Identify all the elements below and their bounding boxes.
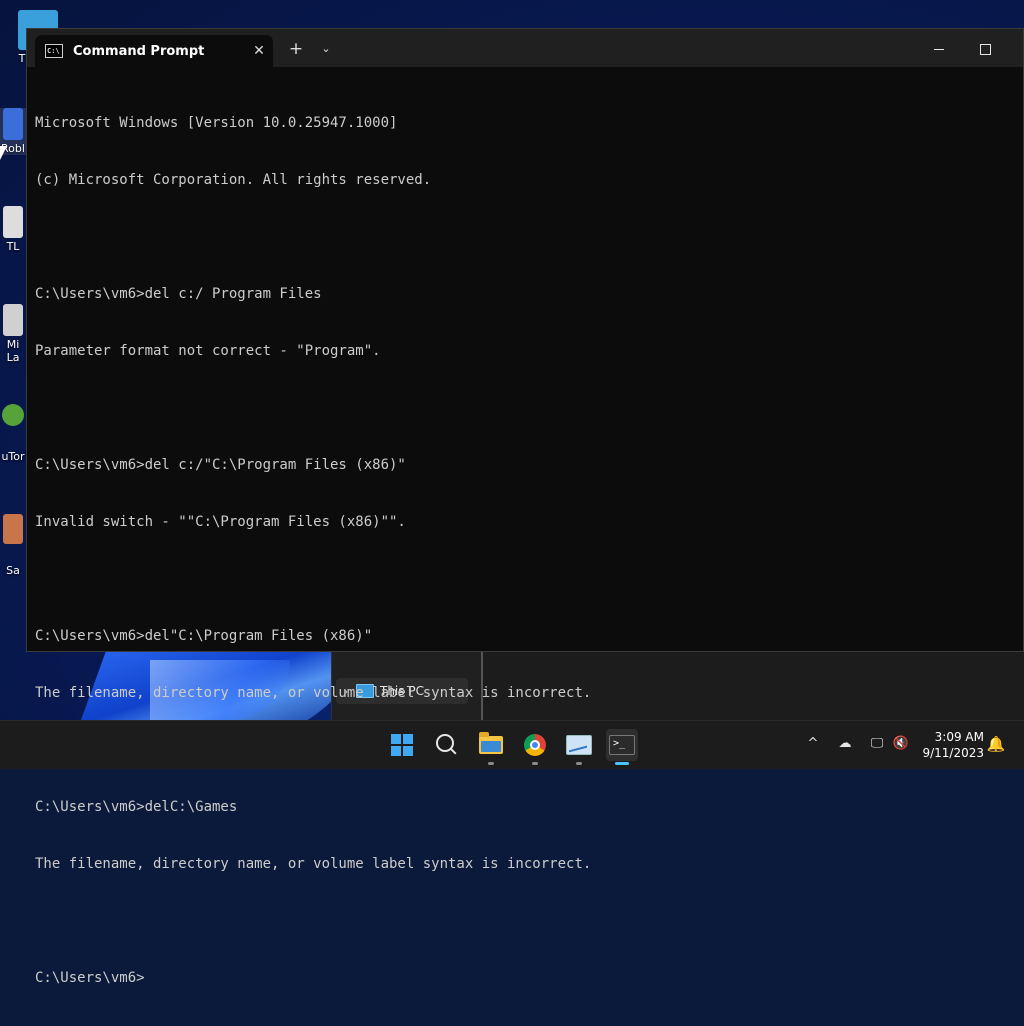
taskbar-task-manager[interactable]	[563, 729, 595, 765]
maximize-icon	[979, 43, 991, 55]
active-indicator	[615, 762, 629, 765]
app-shortcut-icon	[3, 514, 23, 544]
taskbar-file-explorer[interactable]	[475, 729, 507, 765]
chevron-up-icon[interactable]: ^	[802, 733, 824, 755]
running-indicator	[488, 762, 494, 765]
network-icon[interactable]: 🖵	[866, 733, 888, 755]
search-button[interactable]	[431, 729, 463, 761]
clock[interactable]: 3:09 AM 9/11/2023	[918, 729, 984, 761]
console-line: Microsoft Windows [Version 10.0.25947.10…	[35, 115, 398, 131]
taskbar-terminal[interactable]: >_	[606, 729, 638, 765]
start-button[interactable]	[386, 729, 418, 761]
console-prompt[interactable]: C:\Users\vm6>	[35, 969, 1015, 988]
performance-monitor-icon	[566, 735, 592, 755]
minimize-icon	[934, 48, 944, 50]
volume-muted-icon[interactable]: 🔇	[890, 733, 912, 755]
console-line: C:\Users\vm6>delC:\Games	[35, 799, 238, 815]
console-line: Parameter format not correct - "Program"…	[35, 343, 381, 359]
console-line: Invalid switch - ""C:\Program Files (x86…	[35, 514, 406, 530]
tab-title: Command Prompt	[73, 43, 205, 59]
app-shortcut-icon	[3, 206, 23, 238]
clock-time: 3:09 AM	[934, 730, 984, 744]
console-line: The filename, directory name, or volume …	[35, 856, 592, 872]
desktop-icon-mi[interactable]: Mi La	[0, 304, 26, 364]
maximize-button[interactable]	[962, 35, 1008, 63]
running-indicator	[576, 762, 582, 765]
desktop-icon-sa[interactable]: Sa	[0, 514, 26, 577]
tab-command-prompt[interactable]: C:\ Command Prompt ✕	[35, 35, 273, 67]
notification-bell-icon[interactable]: 🔔	[986, 734, 1006, 754]
terminal-icon: >_	[609, 735, 635, 755]
console-line: (c) Microsoft Corporation. All rights re…	[35, 172, 432, 188]
tab-dropdown-button[interactable]: ⌄	[315, 38, 337, 60]
console-line: C:\Users\vm6>del"C:\Program Files (x86)"	[35, 628, 373, 644]
minimize-button[interactable]	[916, 35, 962, 63]
taskbar-chrome[interactable]	[519, 729, 551, 765]
running-indicator	[532, 762, 538, 765]
roblox-icon	[3, 108, 23, 140]
console-line: C:\Users\vm6>del c:/ Program Files	[35, 286, 322, 302]
desktop-icon-utorrent[interactable]: uTor	[0, 404, 26, 463]
taskbar: >_ ^ ☁ 🖵 🔇 3:09 AM 9/11/2023 🔔	[0, 720, 1024, 769]
console-line: The filename, directory name, or volume …	[35, 685, 592, 701]
onedrive-icon[interactable]: ☁	[834, 733, 856, 755]
command-prompt-window: C:\ Command Prompt ✕ + ⌄ Microsoft Windo…	[26, 28, 1024, 986]
mouse-cursor-icon	[0, 146, 7, 160]
console-line: C:\Users\vm6>del c:/"C:\Program Files (x…	[35, 457, 406, 473]
clock-date: 9/11/2023	[922, 746, 984, 760]
console-output[interactable]: Microsoft Windows [Version 10.0.25947.10…	[35, 76, 1015, 986]
desktop-icon-tl[interactable]: TL	[0, 206, 26, 253]
folder-icon	[479, 732, 503, 754]
desktop-icon-this-pc[interactable]: T	[0, 10, 58, 65]
utorrent-icon	[2, 404, 24, 426]
cmd-icon: C:\	[45, 44, 63, 58]
title-bar[interactable]: C:\ Command Prompt ✕ + ⌄	[27, 29, 1023, 67]
windows-logo-icon	[391, 734, 413, 756]
new-tab-button[interactable]: +	[285, 38, 307, 60]
app-shortcut-icon	[3, 304, 23, 336]
chrome-icon	[524, 734, 546, 756]
search-icon	[436, 734, 454, 752]
close-tab-icon[interactable]: ✕	[245, 43, 273, 59]
